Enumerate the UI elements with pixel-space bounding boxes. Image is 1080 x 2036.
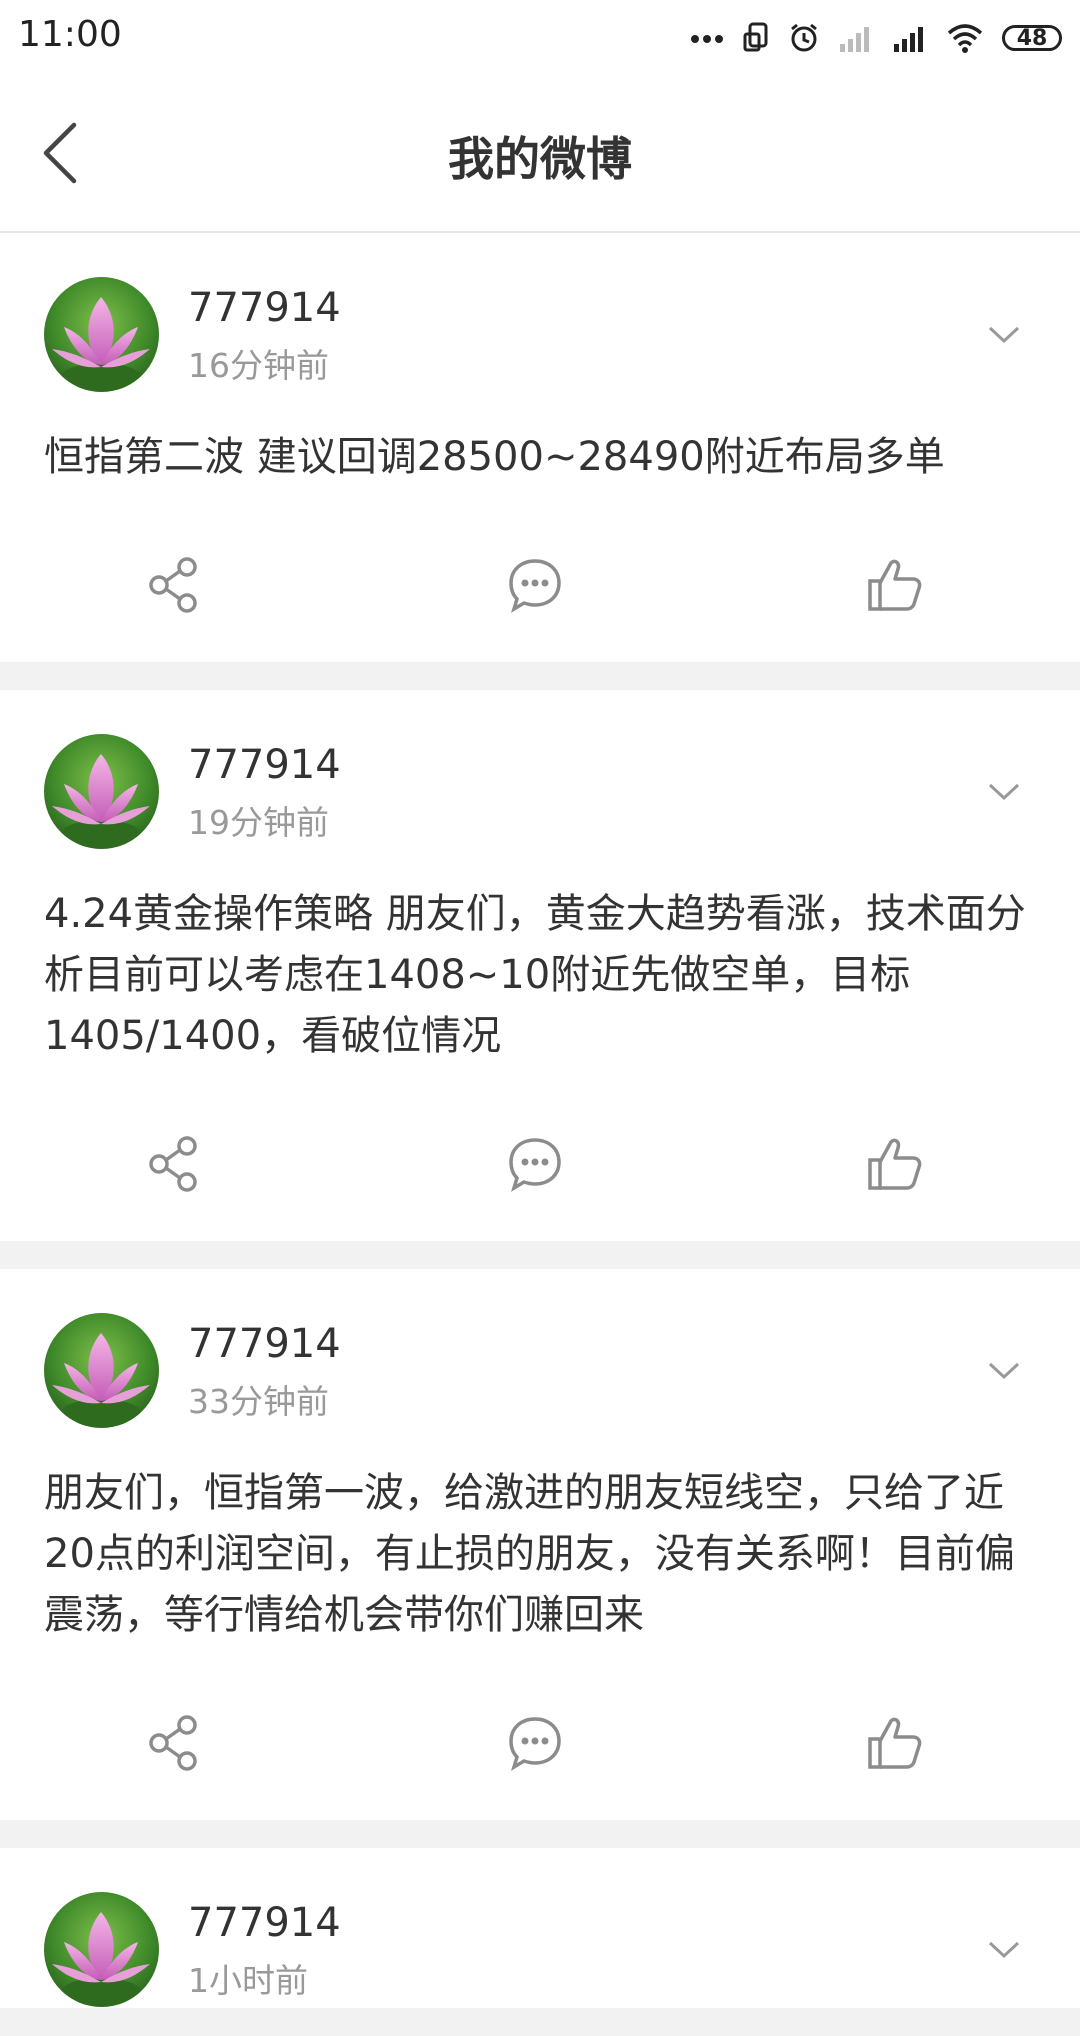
more-options-button[interactable] bbox=[974, 1343, 1034, 1403]
signal-weak-icon bbox=[838, 24, 874, 52]
header: 我的微博 bbox=[0, 75, 1080, 233]
post-card: 777914 19分钟前 4.24黄金操作策略 朋友们，黄金大趋势看涨，技术面分… bbox=[0, 690, 1080, 1241]
chevron-down-icon bbox=[987, 325, 1021, 349]
post-actions bbox=[44, 1670, 1036, 1820]
like-button[interactable] bbox=[860, 1710, 930, 1780]
status-time: 11:00 bbox=[18, 14, 122, 55]
avatar[interactable] bbox=[44, 1313, 159, 1428]
battery-icon: 48 bbox=[1002, 25, 1062, 51]
username[interactable]: 777914 bbox=[188, 1900, 341, 1946]
post-card: 777914 1小时前 bbox=[0, 1848, 1080, 2008]
share-icon bbox=[145, 555, 205, 619]
comment-icon bbox=[505, 1134, 565, 1198]
post-text: 4.24黄金操作策略 朋友们，黄金大趋势看涨，技术面分析目前可以考虑在1408~… bbox=[44, 891, 1026, 1059]
post-time: 1小时前 bbox=[188, 1961, 308, 2000]
post-card: 777914 16分钟前 恒指第二波 建议回调28500~28490附近布局多单 bbox=[0, 233, 1080, 662]
status-bar: 11:00 48 bbox=[0, 0, 1080, 75]
page-title: 我的微博 bbox=[448, 132, 632, 186]
comment-button[interactable] bbox=[500, 552, 570, 622]
post-text: 朋友们，恒指第一波，给激进的朋友短线空，只给了近20点的利润空间，有止损的朋友，… bbox=[44, 1470, 1015, 1638]
username[interactable]: 777914 bbox=[188, 1321, 341, 1367]
post-time: 33分钟前 bbox=[188, 1382, 329, 1421]
post-actions bbox=[44, 512, 1036, 662]
share-button[interactable] bbox=[140, 552, 210, 622]
like-button[interactable] bbox=[860, 1131, 930, 1201]
share-icon bbox=[145, 1713, 205, 1777]
chevron-down-icon bbox=[987, 1940, 1021, 1964]
username[interactable]: 777914 bbox=[188, 285, 341, 331]
thumbs-up-icon bbox=[865, 1134, 925, 1198]
more-options-button[interactable] bbox=[974, 764, 1034, 824]
post-time: 16分钟前 bbox=[188, 346, 329, 385]
avatar[interactable] bbox=[44, 277, 159, 392]
comment-icon bbox=[505, 1713, 565, 1777]
like-button[interactable] bbox=[860, 552, 930, 622]
more-options-button[interactable] bbox=[974, 307, 1034, 367]
post-text: 恒指第二波 建议回调28500~28490附近布局多单 bbox=[44, 434, 945, 480]
thumbs-up-icon bbox=[865, 1713, 925, 1777]
screen-rotate-icon bbox=[742, 22, 770, 54]
dots-icon bbox=[690, 32, 724, 44]
comment-button[interactable] bbox=[500, 1131, 570, 1201]
share-button[interactable] bbox=[140, 1131, 210, 1201]
post-feed: 777914 16分钟前 恒指第二波 建议回调28500~28490附近布局多单 bbox=[0, 233, 1080, 2036]
post-time: 19分钟前 bbox=[188, 803, 329, 842]
post-card: 777914 33分钟前 朋友们，恒指第一波，给激进的朋友短线空，只给了近20点… bbox=[0, 1269, 1080, 1820]
wifi-icon bbox=[946, 23, 984, 53]
chevron-down-icon bbox=[987, 782, 1021, 806]
more-options-button[interactable] bbox=[974, 1922, 1034, 1982]
comment-icon bbox=[505, 555, 565, 619]
thumbs-up-icon bbox=[865, 555, 925, 619]
status-icons: 48 bbox=[690, 16, 1062, 60]
chevron-down-icon bbox=[987, 1361, 1021, 1385]
share-button[interactable] bbox=[140, 1710, 210, 1780]
username[interactable]: 777914 bbox=[188, 742, 341, 788]
post-actions bbox=[44, 1091, 1036, 1241]
signal-icon bbox=[892, 24, 928, 52]
avatar[interactable] bbox=[44, 734, 159, 849]
alarm-icon bbox=[788, 22, 820, 54]
share-icon bbox=[145, 1134, 205, 1198]
comment-button[interactable] bbox=[500, 1710, 570, 1780]
avatar[interactable] bbox=[44, 1892, 159, 2007]
